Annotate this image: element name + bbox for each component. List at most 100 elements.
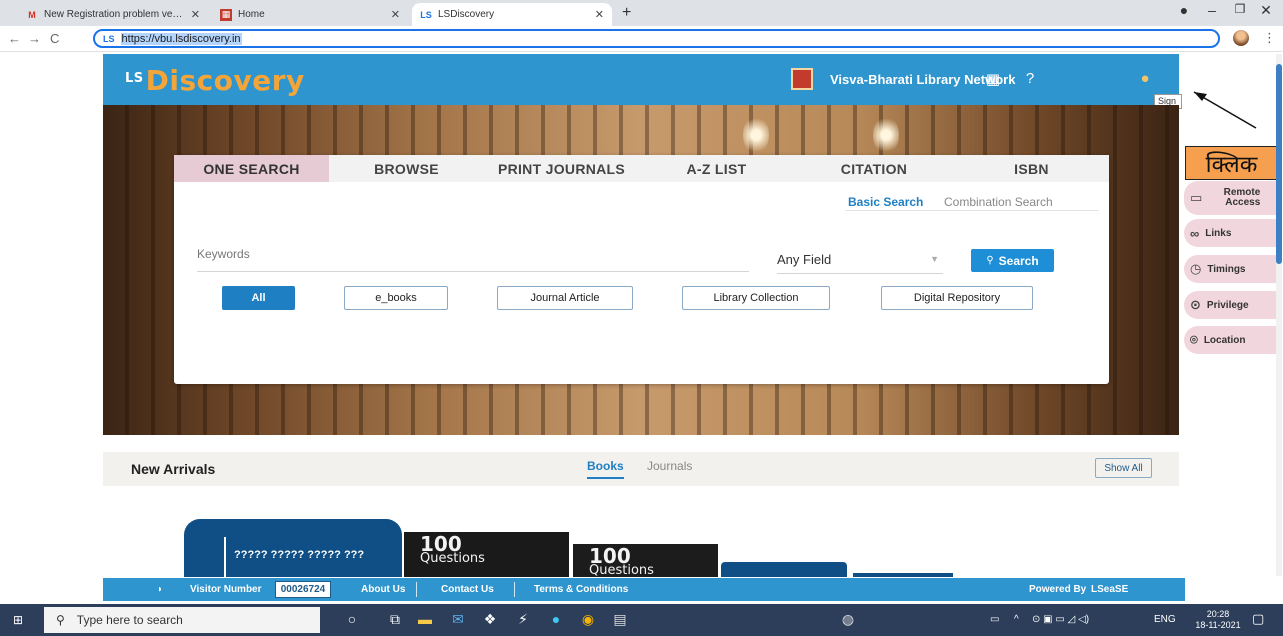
- about-us-link[interactable]: About Us: [361, 584, 405, 595]
- profile-dot-icon[interactable]: ●: [1174, 2, 1194, 18]
- mail-icon[interactable]: ✉: [448, 611, 468, 629]
- filter-e-books[interactable]: e_books: [344, 286, 448, 310]
- clock-icon: ◷: [1190, 261, 1202, 276]
- filter-all[interactable]: All: [222, 286, 295, 310]
- show-all-button[interactable]: Show All: [1095, 458, 1152, 478]
- tab-gmail[interactable]: M New Registration problem very u ✕: [18, 3, 208, 26]
- combination-search-tab[interactable]: Combination Search: [944, 195, 1053, 209]
- site-footer: ◗ Visitor Number 00026724 About Us Conta…: [103, 578, 1185, 601]
- edge-icon[interactable]: ●: [546, 611, 566, 629]
- subtab-divider: [845, 210, 1099, 211]
- minimize-icon[interactable]: –: [1202, 2, 1222, 18]
- powered-brand: LSeaSE: [1091, 584, 1129, 595]
- contact-us-link[interactable]: Contact Us: [441, 584, 494, 595]
- new-arrivals-header: New Arrivals Books Journals Show All: [103, 452, 1179, 486]
- links-button[interactable]: ∞ Links: [1184, 219, 1279, 247]
- tray-chevron-icon[interactable]: ^: [1014, 614, 1019, 625]
- tab-browse[interactable]: BROWSE: [329, 155, 484, 182]
- tab-one-search[interactable]: ONE SEARCH: [174, 155, 329, 182]
- book-cover[interactable]: [853, 573, 953, 577]
- close-icon[interactable]: ✕: [595, 8, 604, 21]
- remote-access-button[interactable]: ▭ Remote Access: [1184, 181, 1279, 215]
- monitor-icon: ▭: [1190, 190, 1203, 205]
- forward-icon[interactable]: →: [28, 31, 41, 46]
- tab-journals[interactable]: Journals: [647, 459, 692, 473]
- terms-link[interactable]: Terms & Conditions: [534, 584, 628, 595]
- rss-icon[interactable]: ◗: [157, 584, 163, 595]
- file-explorer-icon[interactable]: ▬: [415, 611, 435, 629]
- institution-logo: [791, 68, 813, 90]
- footer-divider: [514, 582, 515, 597]
- clock-time: 20:28: [1206, 609, 1230, 619]
- browser-tab-bar: M New Registration problem very u ✕ ▦ Ho…: [0, 0, 1283, 26]
- windows-start-icon[interactable]: ⊞: [13, 613, 23, 627]
- gmail-icon: M: [28, 9, 36, 20]
- logo-text: Discovery: [145, 64, 305, 97]
- os-taskbar: ⊞ ⚲ Type here to search ○ ⧉ ▬ ✉ ❖ ⚡ ● ◉ …: [0, 604, 1283, 636]
- filter-journal-article[interactable]: Journal Article: [497, 286, 633, 310]
- tab-print-journals[interactable]: PRINT JOURNALS: [484, 155, 639, 182]
- book-cover[interactable]: ????? ????? ????? ???: [184, 519, 402, 577]
- reload-icon[interactable]: C: [50, 31, 59, 46]
- page-scrollbar[interactable]: [1276, 54, 1282, 576]
- location-button[interactable]: ⌾ Location: [1184, 326, 1279, 354]
- task-view-icon[interactable]: ⧉: [385, 611, 405, 629]
- app-lightning-icon[interactable]: ⚡: [513, 611, 533, 629]
- book-cover[interactable]: 100 Questions: [573, 544, 718, 577]
- keyboard-icon[interactable]: ▭: [990, 614, 999, 625]
- tab-isbn[interactable]: ISBN: [954, 155, 1109, 182]
- book-subtitle: Questions: [420, 551, 485, 566]
- search-button[interactable]: ⚲ Search: [971, 249, 1054, 272]
- cortana-icon[interactable]: ○: [342, 611, 362, 629]
- language-indicator[interactable]: ENG: [1154, 614, 1176, 625]
- basic-search-tab[interactable]: Basic Search: [848, 195, 923, 209]
- privilege-button[interactable]: ⊙ Privilege: [1184, 291, 1279, 319]
- timings-button[interactable]: ◷ Timings: [1184, 255, 1279, 283]
- window-close-icon[interactable]: ✕: [1256, 2, 1276, 19]
- profile-avatar[interactable]: [1233, 30, 1249, 46]
- tray-icons[interactable]: ⊙ ▣ ▭ ◿ ◁): [1032, 614, 1089, 625]
- maximize-icon[interactable]: ❐: [1230, 2, 1250, 16]
- qr-code-icon[interactable]: ▦: [983, 70, 1003, 88]
- help-icon[interactable]: ?: [1020, 70, 1040, 87]
- visitor-counter: 00026724: [275, 581, 331, 598]
- taskbar-search[interactable]: ⚲ Type here to search: [44, 607, 320, 633]
- tab-title: LSDiscovery: [438, 9, 495, 20]
- system-clock[interactable]: 20:28 18-11-2021: [1195, 609, 1240, 631]
- help-app-icon[interactable]: ◍: [838, 611, 858, 629]
- privilege-icon: ⊙: [1190, 297, 1201, 312]
- close-icon[interactable]: ✕: [191, 8, 200, 21]
- book-cover[interactable]: 100 Questions: [404, 532, 569, 577]
- site-logo[interactable]: LSDiscovery: [125, 64, 305, 97]
- notes-app-icon[interactable]: ▤: [610, 611, 630, 629]
- screen: M New Registration problem very u ✕ ▦ Ho…: [0, 0, 1283, 636]
- new-tab-button[interactable]: +: [622, 4, 631, 22]
- tab-title: New Registration problem very u: [44, 9, 185, 20]
- dropbox-icon[interactable]: ❖: [480, 611, 500, 629]
- tab-home[interactable]: ▦ Home ✕: [212, 3, 408, 26]
- book-cover[interactable]: [721, 562, 847, 577]
- keyword-input[interactable]: Keywords: [197, 247, 749, 272]
- site-info-icon[interactable]: LS: [103, 34, 115, 44]
- url-input[interactable]: LS https://vbu.lsdiscovery.in: [93, 29, 1220, 48]
- tab-citation[interactable]: CITATION: [794, 155, 954, 182]
- tab-a-z-list[interactable]: A-Z LIST: [639, 155, 794, 182]
- url-text[interactable]: https://vbu.lsdiscovery.in: [120, 32, 242, 45]
- chrome-icon[interactable]: ◉: [578, 611, 598, 629]
- tab-books[interactable]: Books: [587, 459, 624, 479]
- location-label: Location: [1203, 334, 1246, 346]
- back-icon[interactable]: ←: [8, 31, 21, 46]
- filter-library-collection[interactable]: Library Collection: [682, 286, 830, 310]
- filter-digital-repository[interactable]: Digital Repository: [881, 286, 1033, 310]
- notifications-icon[interactable]: ▢: [1252, 611, 1264, 627]
- close-icon[interactable]: ✕: [391, 8, 400, 21]
- taskbar-search-placeholder: Type here to search: [76, 613, 183, 627]
- tab-lsdiscovery[interactable]: LS LSDiscovery ✕: [412, 3, 612, 26]
- user-icon[interactable]: ●: [1135, 70, 1155, 87]
- field-select[interactable]: Any Field ▼: [777, 252, 943, 274]
- search-tabs: ONE SEARCH BROWSE PRINT JOURNALS A-Z LIS…: [174, 155, 1109, 182]
- footer-divider: [416, 582, 417, 597]
- browser-menu-icon[interactable]: ⋮: [1263, 30, 1276, 46]
- scrollbar-thumb[interactable]: [1276, 64, 1282, 264]
- new-arrivals-section: New Arrivals Books Journals Show All ???…: [103, 452, 1179, 577]
